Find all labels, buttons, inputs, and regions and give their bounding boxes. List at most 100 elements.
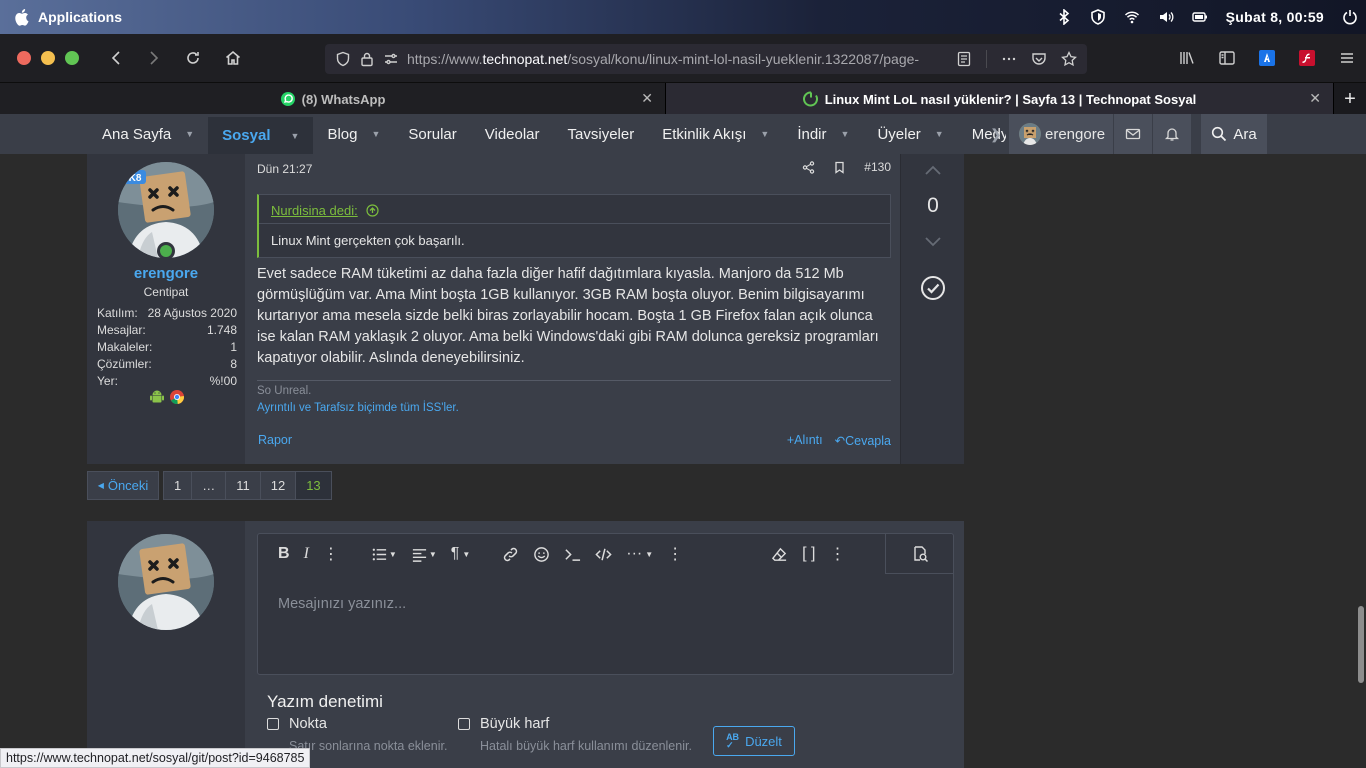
nav-item-2[interactable]: Blog ▼ [313, 114, 394, 154]
upvote-icon[interactable] [921, 162, 945, 178]
search-button[interactable]: Ara [1201, 114, 1267, 154]
new-tab-button[interactable]: + [1334, 83, 1366, 115]
terminal-icon[interactable] [564, 542, 581, 566]
signature-link[interactable]: Ayrıntılı ve Tarafsız biçimde tüm İSS'le… [257, 402, 459, 414]
permissions-icon[interactable] [383, 51, 399, 67]
extension-translate-icon[interactable] [1258, 49, 1276, 67]
smiley-icon[interactable] [533, 542, 550, 566]
quote-author-link[interactable]: Nurdisina dedi: [271, 203, 379, 218]
tab-whatsapp[interactable]: (8) WhatsApp ✕ [0, 83, 666, 115]
sidebar-icon[interactable] [1218, 49, 1236, 67]
page-link[interactable]: 13 [296, 471, 332, 500]
bookmark-star-icon[interactable] [1061, 51, 1077, 67]
back-button[interactable] [103, 44, 131, 72]
scroll-thumb[interactable] [1358, 606, 1364, 683]
more-actions-icon[interactable] [1001, 51, 1017, 67]
minimize-window-button[interactable] [41, 51, 55, 65]
close-tab-icon[interactable]: ✕ [1309, 90, 1321, 107]
chevron-down-icon[interactable]: ▼ [841, 129, 850, 139]
reader-view-icon[interactable] [956, 51, 972, 67]
chevron-down-icon[interactable]: ▼ [935, 129, 944, 139]
chevron-down-icon[interactable]: ▼ [291, 131, 300, 141]
alerts-button[interactable] [1153, 114, 1191, 154]
italic-icon[interactable]: I [304, 542, 309, 566]
tab-technopat[interactable]: Linux Mint LoL nasıl yüklenir? | Sayfa 1… [666, 83, 1334, 115]
volume-icon[interactable] [1158, 9, 1174, 25]
forward-button[interactable] [139, 44, 167, 72]
more-tools-icon[interactable]: ⋮ [830, 542, 846, 566]
post-username[interactable]: erengore [87, 265, 245, 282]
list-icon[interactable]: ▼ [371, 542, 397, 566]
report-link[interactable]: Rapor [258, 433, 292, 447]
insert-more-icon[interactable]: ··· ▼ [626, 542, 653, 566]
quote-button[interactable]: +Alıntı [787, 433, 823, 448]
fix-button[interactable]: AB ✓ Düzelt [713, 726, 795, 756]
brackets-icon[interactable]: [ ] [802, 542, 815, 566]
home-button[interactable] [219, 44, 247, 72]
nav-item-7[interactable]: İndir ▼ [783, 114, 863, 154]
pocket-icon[interactable] [1031, 51, 1047, 67]
mark-solution-icon[interactable] [920, 275, 946, 301]
bookmark-icon[interactable] [833, 161, 846, 174]
chevron-down-icon[interactable]: ▼ [760, 129, 769, 139]
inbox-button[interactable] [1114, 114, 1152, 154]
more-insert-options-icon[interactable]: ⋮ [667, 542, 683, 566]
option-period-checkbox[interactable]: Nokta [267, 716, 327, 732]
chevron-down-icon[interactable]: ▼ [371, 129, 380, 139]
apple-icon[interactable] [12, 7, 32, 27]
nav-item-5[interactable]: Tavsiyeler [554, 114, 649, 154]
align-icon[interactable]: ▼ [411, 542, 437, 566]
nav-scroll-right-icon[interactable]: ❯ [990, 114, 1002, 154]
maximize-window-button[interactable] [65, 51, 79, 65]
page-scrollbar[interactable] [1355, 154, 1366, 768]
option-capital-checkbox[interactable]: Büyük harf [458, 716, 549, 732]
address-bar[interactable]: https://www.technopat.net/sosyal/konu/li… [325, 44, 1087, 74]
post-number[interactable]: #130 [864, 160, 891, 174]
nav-item-3[interactable]: Sorular [394, 114, 470, 154]
checkbox-icon [267, 718, 279, 730]
system-clock[interactable]: Şubat 8, 00:59 [1226, 9, 1324, 25]
page-numbers: 1… 11 12 13 [163, 471, 332, 500]
nav-item-label: Üyeler [877, 125, 921, 143]
page-link[interactable]: 1 [163, 471, 193, 500]
link-icon[interactable] [502, 542, 519, 566]
paragraph-icon[interactable]: ¶ ▼ [451, 542, 471, 566]
menu-icon[interactable] [1338, 49, 1356, 67]
stat-value: 1.748 [206, 322, 237, 337]
bold-icon[interactable]: B [278, 542, 290, 566]
shield-icon[interactable] [1090, 9, 1106, 25]
nav-item-6[interactable]: Etkinlik Akışı ▼ [648, 114, 783, 154]
code-icon[interactable] [595, 542, 612, 566]
downvote-icon[interactable] [921, 234, 945, 250]
bluetooth-icon[interactable] [1056, 9, 1072, 25]
preview-button[interactable] [885, 534, 953, 574]
power-icon[interactable] [1342, 9, 1358, 25]
close-tab-icon[interactable]: ✕ [641, 90, 653, 107]
nav-item-0[interactable]: Ana Sayfa ▼ [88, 114, 208, 154]
message-editor[interactable]: B I ⋮ ▼ ▼ ¶ ▼ ··· ▼ ⋮ [ ] ⋮ Mesajınızı y… [257, 533, 954, 675]
battery-icon[interactable] [1191, 9, 1208, 25]
applications-menu[interactable]: Applications [38, 9, 122, 25]
page-link[interactable]: 12 [260, 471, 297, 500]
nav-item-8[interactable]: Üyeler ▼ [863, 114, 957, 154]
extension-flash-icon[interactable] [1298, 49, 1316, 67]
wifi-icon[interactable] [1124, 9, 1140, 25]
reload-button[interactable] [179, 44, 207, 72]
more-text-options-icon[interactable]: ⋮ [323, 542, 339, 566]
previous-page-button[interactable]: ◀ Önceki [87, 471, 159, 500]
chevron-down-icon[interactable]: ▼ [185, 129, 194, 139]
nav-item-4[interactable]: Videolar [471, 114, 554, 154]
share-icon[interactable] [802, 160, 815, 174]
tracking-protection-icon[interactable] [335, 51, 351, 67]
eraser-icon[interactable] [771, 542, 788, 566]
close-window-button[interactable] [17, 51, 31, 65]
library-icon[interactable] [1178, 49, 1196, 67]
nav-item-1[interactable]: Sosyal ▼ [208, 114, 314, 154]
quote-divider [259, 223, 890, 224]
page-link[interactable]: 11 [226, 471, 261, 500]
page-link[interactable]: … [192, 471, 227, 500]
lock-icon[interactable] [359, 51, 375, 67]
post-date[interactable]: Dün 21:27 [257, 162, 312, 176]
user-menu[interactable]: erengore [1009, 114, 1113, 154]
reply-button[interactable]: ↶Cevapla [835, 433, 891, 448]
